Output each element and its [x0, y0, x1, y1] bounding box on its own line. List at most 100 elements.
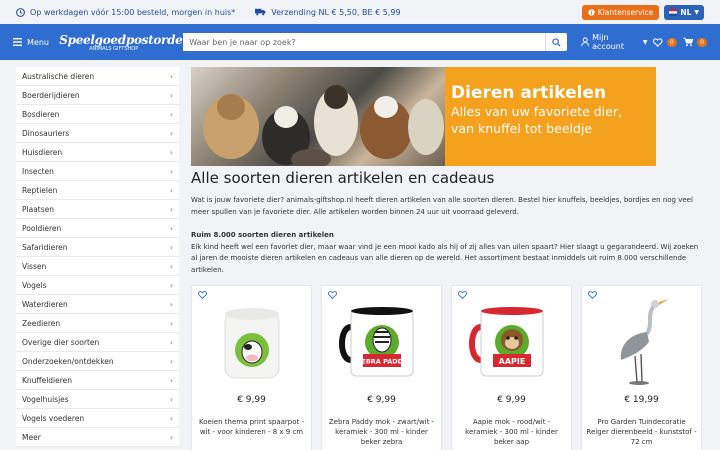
product-card[interactable]: AAPIE € 9,99 Aapie mok - rood/wit - kera…: [451, 285, 573, 450]
sidebar-item[interactable]: Safaridieren ›: [16, 238, 180, 257]
customer-service-label: Klantenservice: [597, 7, 654, 17]
sidebar-item-label: Pooldieren: [22, 223, 62, 233]
chevron-right-icon: ›: [169, 375, 174, 385]
product-card[interactable]: € 19,99 Pro Garden Tuindecoratie Reiger …: [581, 285, 703, 450]
intro-text: Wat is jouw favoriete dier? animals-gift…: [191, 195, 704, 276]
sidebar-item[interactable]: Waterdieren ›: [16, 295, 180, 314]
chevron-right-icon: ›: [169, 413, 174, 423]
info-icon: [588, 8, 595, 16]
sidebar-item[interactable]: Knuffeldieren ›: [16, 371, 180, 390]
intro-subheading: Ruim 8.000 soorten dieren artikelen: [191, 231, 334, 239]
sidebar-item-label: Reptielen: [22, 185, 58, 195]
chevron-right-icon: ›: [169, 394, 174, 404]
wishlist-heart-icon[interactable]: [458, 291, 467, 299]
product-image-heron-statue[interactable]: [594, 294, 689, 389]
sidebar-item-label: Zeedieren: [22, 318, 61, 328]
site-logo[interactable]: Speelgoedpostorder ANIMALS GIFTSHOP: [59, 33, 189, 52]
sidebar-item[interactable]: Vogelhuisjes ›: [16, 390, 180, 409]
product-price: € 9,99: [497, 395, 526, 405]
product-image-monkey-mug[interactable]: AAPIE: [464, 294, 559, 389]
sidebar-item-label: Knuffeldieren: [22, 375, 73, 385]
banner-line-1: Alles van uw favoriete dier,: [451, 104, 622, 119]
product-title[interactable]: Aapie mok - rood/wit - keramiek - 300 ml…: [452, 417, 571, 447]
chevron-right-icon: ›: [169, 337, 174, 347]
sidebar-item[interactable]: Meer ›: [16, 428, 180, 447]
usp-delivery: Op werkdagen vóór 15:00 besteld, morgen …: [16, 8, 235, 17]
usp-shipping: Verzending NL € 5,50, BE € 5,99: [255, 7, 401, 17]
sidebar-item-label: Waterdieren: [22, 299, 68, 309]
sidebar-item[interactable]: Plaatsen ›: [16, 200, 180, 219]
product-card[interactable]: ZEBRA PADDY € 9,99 Zebra Paddy mok - zwa…: [321, 285, 443, 450]
sidebar-item[interactable]: Vogels ›: [16, 276, 180, 295]
sidebar-item[interactable]: Zeedieren ›: [16, 314, 180, 333]
logo-subtext: ANIMALS GIFTSHOP: [89, 45, 139, 52]
sidebar-item[interactable]: Vissen ›: [16, 257, 180, 276]
search-button[interactable]: [544, 33, 567, 51]
sidebar-item-label: Vogels voederen: [22, 413, 85, 423]
account-label: Mijn account: [592, 33, 624, 51]
product-title[interactable]: Zebra Paddy mok - zwart/wit - keramiek -…: [322, 417, 441, 447]
product-image-cow-moneybox[interactable]: [204, 294, 299, 389]
chevron-right-icon: ›: [169, 185, 174, 195]
banner-animal-statues-image: [191, 67, 446, 166]
banner-title: Dieren artikelen: [451, 83, 607, 103]
sidebar-item-label: Overige dier soorten: [22, 337, 100, 347]
banner-line-2: van knuffel tot beeldje: [451, 121, 593, 136]
sidebar-item-label: Bosdieren: [22, 109, 60, 119]
mug-print-text: AAPIE: [498, 357, 525, 366]
chevron-right-icon: ›: [169, 223, 174, 233]
hero-banner[interactable]: Dieren artikelen Alles van uw favoriete …: [191, 67, 657, 166]
product-title[interactable]: Pro Garden Tuindecoratie Reiger dierenbe…: [582, 417, 701, 447]
sidebar-item[interactable]: Insecten ›: [16, 162, 180, 181]
chevron-right-icon: ›: [169, 432, 174, 442]
chevron-right-icon: ›: [169, 318, 174, 328]
chevron-down-icon: ▼: [694, 8, 699, 16]
chevron-right-icon: ›: [169, 90, 174, 100]
customer-service-button[interactable]: Klantenservice: [581, 4, 660, 20]
sidebar-item[interactable]: Reptielen ›: [16, 181, 180, 200]
chevron-right-icon: ›: [169, 261, 174, 271]
menu-button[interactable]: Menu: [13, 38, 59, 47]
product-price: € 19,99: [624, 395, 659, 405]
intro-body: Elk kind heeft wel een favoriet dier, ma…: [191, 242, 699, 274]
chevron-down-icon: ▼: [642, 38, 648, 46]
wishlist-heart-icon[interactable]: [328, 291, 337, 299]
sidebar-item[interactable]: Onderzoeken/ontdekken ›: [16, 352, 180, 371]
hamburger-icon: [13, 38, 22, 46]
chevron-right-icon: ›: [169, 356, 174, 366]
sidebar-item-label: Dinosauriers: [22, 128, 70, 138]
product-title[interactable]: Koeien thema print spaarpot - wit - voor…: [192, 417, 311, 437]
search-bar: [183, 33, 567, 51]
product-grid: € 9,99 Koeien thema print spaarpot - wit…: [191, 285, 704, 450]
chevron-right-icon: ›: [169, 147, 174, 157]
product-price: € 9,99: [237, 395, 266, 405]
language-select[interactable]: NL ▼: [664, 4, 704, 20]
sidebar-item-label: Safaridieren: [22, 242, 68, 252]
sidebar-item[interactable]: Dinosauriers ›: [16, 124, 180, 143]
sidebar-item-label: Plaatsen: [22, 204, 55, 214]
sidebar-item[interactable]: Bosdieren ›: [16, 105, 180, 124]
sidebar-item-label: Huisdieren: [22, 147, 63, 157]
account-link[interactable]: Mijn account ▼: [580, 33, 648, 51]
sidebar-item[interactable]: Pooldieren ›: [16, 219, 180, 238]
product-price: € 9,99: [367, 395, 396, 405]
cart-icon[interactable]: [683, 37, 694, 47]
usp-shipping-text: Verzending NL € 5,50, BE € 5,99: [271, 7, 401, 17]
sidebar-item[interactable]: Boerderijdieren ›: [16, 86, 180, 105]
wishlist-count-badge: 0: [666, 37, 677, 47]
heart-icon[interactable]: [653, 37, 663, 47]
sidebar-item[interactable]: Huisdieren ›: [16, 143, 180, 162]
search-input[interactable]: [183, 33, 545, 51]
product-image-zebra-mug[interactable]: ZEBRA PADDY: [334, 294, 429, 389]
chevron-right-icon: ›: [169, 128, 174, 138]
wishlist-heart-icon[interactable]: [198, 291, 207, 299]
language-label: NL: [680, 7, 692, 17]
sidebar-item-label: Meer: [22, 432, 41, 442]
sidebar-item[interactable]: Vogels voederen ›: [16, 409, 180, 428]
sidebar-item[interactable]: Overige dier soorten ›: [16, 333, 180, 352]
wishlist-heart-icon[interactable]: [588, 291, 597, 299]
chevron-right-icon: ›: [169, 166, 174, 176]
product-card[interactable]: € 9,99 Koeien thema print spaarpot - wit…: [191, 285, 313, 450]
mug-print-text: ZEBRA PADDY: [356, 357, 407, 365]
sidebar-item[interactable]: Australische dieren ›: [16, 67, 180, 86]
